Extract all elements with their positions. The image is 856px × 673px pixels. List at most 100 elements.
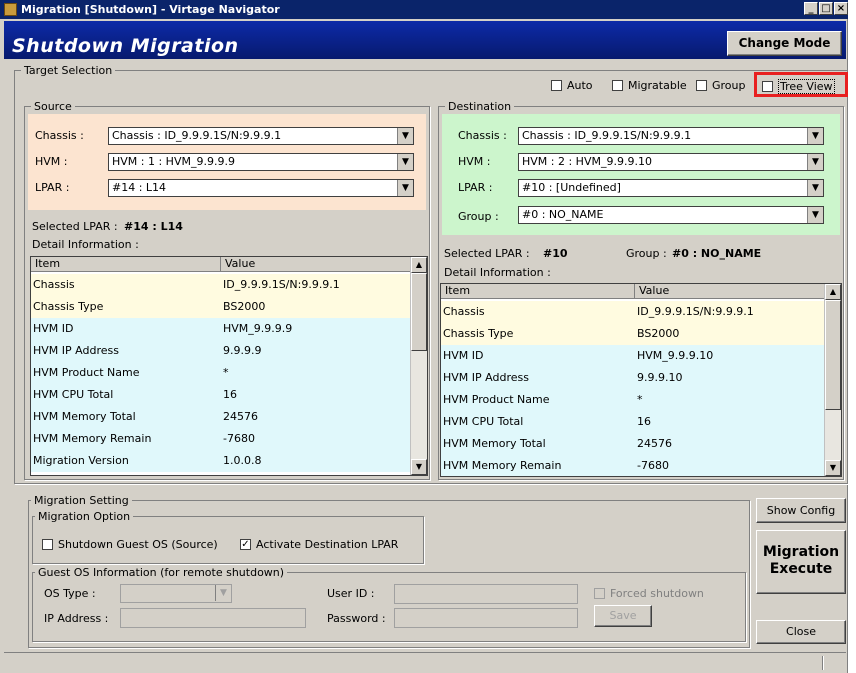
source-lpar-label: LPAR : [35,181,70,194]
forced-shutdown-checkbox[interactable]: Forced shutdown [594,587,704,600]
table-row[interactable]: HVM CPU Total 16 [441,411,826,433]
row-item: Chassis [33,278,75,291]
row-value: * [637,393,643,406]
user-id-field[interactable] [394,584,578,604]
row-value: -7680 [637,459,669,472]
table-row[interactable]: Chassis Type BS2000 [441,323,826,345]
app-icon [4,3,17,16]
source-selected-value: #14 : L14 [124,220,183,233]
row-item: HVM Product Name [443,393,550,406]
row-item: HVM CPU Total [443,415,524,428]
chevron-down-icon: ▼ [807,128,823,144]
table-row[interactable]: HVM Product Name * [31,362,412,384]
ip-address-field[interactable] [120,608,306,628]
table-row[interactable]: HVM ID HVM_9.9.9.9 [31,318,412,340]
row-item: Chassis Type [33,300,104,313]
title-bar: Migration [Shutdown] - Virtage Navigator… [0,0,848,19]
table-row[interactable]: Chassis ID_9.9.9.1S/N:9.9.9.1 [31,274,412,296]
source-legend: Source [34,100,72,113]
minimize-icon[interactable]: _ [804,2,818,15]
column-header-value[interactable]: Value [221,257,411,272]
window-controls: _ □ × [804,2,848,17]
source-detail-table: Item Value Chassis ID_9.9.9.1S/N:9.9.9.1 … [30,256,428,476]
table-row[interactable]: Chassis Type BS2000 [31,296,412,318]
migration-option-group: Migration Option [32,510,424,564]
migration-setting-legend: Migration Setting [34,494,129,507]
migration-window: Migration [Shutdown] - Virtage Navigator… [0,0,848,673]
table-row[interactable]: HVM Product Name * [441,389,826,411]
row-item: HVM ID [443,349,484,362]
column-header-item[interactable]: Item [31,257,221,272]
source-hvm-select[interactable]: HVM : 1 : HVM_9.9.9.9 ▼ [108,153,414,171]
close-icon[interactable]: × [834,2,848,15]
activate-destination-checkbox[interactable]: ✓ Activate Destination LPAR [240,538,398,551]
auto-label: Auto [567,79,593,92]
shutdown-guest-os-checkbox[interactable]: Shutdown Guest OS (Source) [42,538,218,551]
destination-group-select[interactable]: #0 : NO_NAME ▼ [518,206,824,224]
row-item: HVM Memory Remain [33,432,152,445]
os-type-select[interactable]: ▼ [120,584,232,603]
user-id-label: User ID : [327,587,375,600]
forced-shutdown-label: Forced shutdown [610,587,704,600]
row-item: Chassis [443,305,485,318]
destination-chassis-select[interactable]: Chassis : ID_9.9.9.1S/N:9.9.9.1 ▼ [518,127,824,145]
scroll-down-icon[interactable]: ▼ [825,460,841,476]
migratable-checkbox[interactable]: Migratable [612,79,687,92]
show-config-button[interactable]: Show Config [756,498,846,523]
scroll-down-icon[interactable]: ▼ [411,459,427,475]
source-table-scrollbar[interactable]: ▲ ▼ [410,257,427,475]
destination-chassis-value: Chassis : ID_9.9.9.1S/N:9.9.9.1 [522,129,692,142]
destination-selected-value: #10 [543,247,568,260]
scroll-up-icon[interactable]: ▲ [411,257,427,273]
table-row[interactable]: HVM Memory Total 24576 [441,433,826,455]
row-item: HVM Memory Total [33,410,136,423]
source-lpar-select[interactable]: #14 : L14 ▼ [108,179,414,197]
table-row[interactable]: HVM Memory Remain -7680 [31,428,412,450]
password-field[interactable] [394,608,578,628]
table-row[interactable]: HVM Memory Remain -7680 [441,455,826,476]
row-item: HVM Memory Remain [443,459,562,472]
source-detail-label: Detail Information : [32,238,139,251]
column-header-value[interactable]: Value [635,284,825,299]
table-row[interactable]: HVM IP Address 9.9.9.10 [441,367,826,389]
migration-execute-button[interactable]: Migration Execute [756,530,846,594]
destination-group-label: Group : [458,210,499,223]
source-chassis-select[interactable]: Chassis : ID_9.9.9.1S/N:9.9.9.1 ▼ [108,127,414,145]
status-bar [4,652,846,672]
group-checkbox[interactable]: Group [696,79,746,92]
destination-hvm-value: HVM : 2 : HVM_9.9.9.10 [522,155,652,168]
row-value: BS2000 [637,327,680,340]
migration-execute-line2: Execute [769,561,833,577]
window-title: Migration [Shutdown] - Virtage Navigator [21,3,280,16]
table-row[interactable]: HVM CPU Total 16 [31,384,412,406]
save-button[interactable]: Save [594,605,652,627]
destination-lpar-value: #10 : [Undefined] [522,181,621,194]
destination-hvm-select[interactable]: HVM : 2 : HVM_9.9.9.10 ▼ [518,153,824,171]
table-row[interactable]: Migration Version 1.0.0.8 [31,450,412,472]
row-value: BS2000 [223,300,266,313]
source-lpar-value: #14 : L14 [112,181,167,194]
scroll-thumb[interactable] [411,273,427,351]
guest-os-info-group: Guest OS Information (for remote shutdow… [32,566,746,642]
scroll-up-icon[interactable]: ▲ [825,284,841,300]
destination-lpar-select[interactable]: #10 : [Undefined] ▼ [518,179,824,197]
table-row[interactable]: HVM IP Address 9.9.9.9 [31,340,412,362]
close-button[interactable]: Close [756,620,846,644]
scroll-thumb[interactable] [825,300,841,410]
migratable-label: Migratable [628,79,687,92]
destination-selected-group-label: Group : [626,247,667,260]
row-value: 24576 [223,410,258,423]
os-type-label: OS Type : [44,587,96,600]
row-value: 16 [223,388,237,401]
table-row[interactable]: HVM ID HVM_9.9.9.10 [441,345,826,367]
row-value: 1.0.0.8 [223,454,262,467]
chevron-down-icon: ▼ [215,585,231,601]
table-row[interactable]: Chassis ID_9.9.9.1S/N:9.9.9.1 [441,301,826,323]
change-mode-button[interactable]: Change Mode [727,31,842,56]
status-separator [822,656,823,670]
table-row[interactable]: HVM Memory Total 24576 [31,406,412,428]
destination-table-scrollbar[interactable]: ▲ ▼ [824,284,841,476]
maximize-icon[interactable]: □ [819,2,833,15]
auto-checkbox[interactable]: Auto [551,79,593,92]
column-header-item[interactable]: Item [441,284,635,299]
